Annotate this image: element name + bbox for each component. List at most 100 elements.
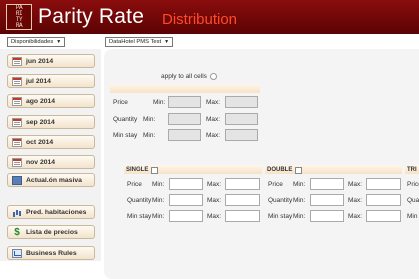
- single-price-max-input[interactable]: [225, 178, 260, 190]
- app-title: Parity Rate: [38, 5, 145, 28]
- chevron-down-icon: ▼: [56, 39, 62, 45]
- sidebar-item-jul-2014[interactable]: jul 2014: [7, 74, 95, 88]
- double-row-min-stay: Min stay Min: Max:: [265, 209, 402, 223]
- max-label: Max:: [206, 115, 221, 123]
- room-band-tri: TRI: [405, 165, 419, 174]
- app-subtitle: Distribution: [162, 11, 238, 28]
- row-label: Min stay: [268, 212, 293, 220]
- single-quantity-min-input[interactable]: [169, 194, 203, 206]
- sidebar-item-label: Business Rules: [26, 249, 77, 257]
- global-quantity-min-input[interactable]: [168, 113, 201, 125]
- tri-row-min-stay: Min stay: [405, 209, 419, 223]
- view-select-value: Disponibilidades: [11, 39, 54, 45]
- min-label: Min:: [293, 196, 306, 204]
- max-label: Max:: [348, 180, 363, 188]
- chevron-down-icon: ▼: [164, 39, 170, 45]
- sidebar-item-label: ago 2014: [26, 97, 56, 105]
- row-label: Min stay: [127, 212, 152, 220]
- double-quantity-max-input[interactable]: [366, 194, 401, 206]
- single-quantity-max-input[interactable]: [225, 194, 260, 206]
- sidebar-item-business-rules[interactable]: Business Rules: [7, 246, 95, 260]
- global-minstay-min-input[interactable]: [168, 129, 201, 141]
- max-label: Max:: [207, 196, 222, 204]
- row-label: Price: [407, 180, 419, 188]
- room-double-checkbox[interactable]: [295, 166, 303, 174]
- single-price-min-input[interactable]: [169, 178, 203, 190]
- min-label: Min:: [293, 212, 306, 220]
- hotel-select-value: DataHotel PMS Test: [109, 39, 162, 45]
- view-select[interactable]: Disponibilidades ▼: [7, 37, 66, 47]
- calendar-icon: [12, 96, 22, 106]
- sidebar-item-label: sep 2014: [26, 118, 55, 126]
- single-row-quantity: Quantity Min: Max:: [124, 193, 262, 207]
- room-type-label: SINGLE: [126, 167, 149, 173]
- calendar-icon: [12, 137, 22, 147]
- max-label: Max:: [348, 212, 363, 220]
- row-label: Min stay: [113, 131, 138, 139]
- room-band-single: SINGLE: [124, 165, 262, 174]
- double-quantity-min-input[interactable]: [310, 194, 344, 206]
- sidebar-item-jun-2014[interactable]: jun 2014: [7, 54, 95, 68]
- room-type-label: TRI: [407, 166, 417, 173]
- double-minstay-max-input[interactable]: [366, 210, 401, 222]
- tri-row-quantity: Quantity: [405, 193, 419, 207]
- hotel-select[interactable]: DataHotel PMS Test ▼: [105, 37, 174, 47]
- room-single-checkbox[interactable]: [151, 166, 159, 174]
- max-label: Max:: [207, 212, 222, 220]
- calendar-icon: [12, 56, 22, 66]
- sidebar-item-label: jun 2014: [26, 57, 54, 65]
- double-price-min-input[interactable]: [310, 178, 344, 190]
- calendar-icon: [12, 117, 22, 127]
- apply-to-all-label: apply to all cells: [161, 73, 207, 80]
- double-row-price: Price Min: Max:: [265, 177, 402, 191]
- single-minstay-max-input[interactable]: [225, 210, 260, 222]
- sidebar-item-label: oct 2014: [26, 138, 54, 146]
- sidebar-item-ago-2014[interactable]: ago 2014: [7, 94, 95, 108]
- sidebar-item-actualizacion-masiva[interactable]: Actual.ón masiva: [7, 173, 95, 187]
- sidebar-item-label: nov 2014: [26, 158, 56, 166]
- sidebar-item-label: Pred. habitaciones: [26, 208, 87, 216]
- min-label: Min:: [153, 98, 166, 106]
- max-label: Max:: [207, 180, 222, 188]
- double-price-max-input[interactable]: [366, 178, 401, 190]
- min-label: Min:: [152, 196, 165, 204]
- single-row-price: Price Min: Max:: [124, 177, 262, 191]
- max-label: Max:: [348, 196, 363, 204]
- single-minstay-min-input[interactable]: [169, 210, 203, 222]
- room-type-label: DOUBLE: [267, 167, 293, 173]
- row-label: Min stay: [407, 212, 419, 220]
- global-row-min-stay: Min stay Min: Max:: [110, 128, 260, 142]
- sidebar-item-nov-2014[interactable]: nov 2014: [7, 155, 95, 169]
- global-minstay-max-input[interactable]: [225, 129, 258, 141]
- min-label: Min:: [143, 131, 156, 139]
- max-label: Max:: [206, 131, 221, 139]
- min-label: Min:: [152, 180, 165, 188]
- double-minstay-min-input[interactable]: [310, 210, 344, 222]
- row-label: Price: [127, 180, 142, 188]
- row-label: Quantity: [407, 196, 419, 204]
- document-icon: [12, 175, 22, 185]
- parity-rate-logo: PA RI TY RA: [6, 4, 32, 30]
- calendar-icon: [12, 76, 22, 86]
- global-price-min-input[interactable]: [168, 96, 201, 108]
- global-price-max-input[interactable]: [225, 96, 258, 108]
- sidebar-item-oct-2014[interactable]: oct 2014: [7, 135, 95, 149]
- apply-to-all-radio[interactable]: [209, 73, 217, 80]
- row-label: Price: [113, 98, 128, 106]
- bar-chart-icon: [12, 208, 22, 217]
- tri-row-price: Price: [405, 177, 419, 191]
- row-label: Quantity: [127, 196, 152, 204]
- global-band: [110, 84, 260, 93]
- sidebar-item-sep-2014[interactable]: sep 2014: [7, 115, 95, 129]
- double-row-quantity: Quantity Min: Max:: [265, 193, 402, 207]
- global-quantity-max-input[interactable]: [225, 113, 258, 125]
- sidebar-item-lista-de-precios[interactable]: $ Lista de precios: [7, 225, 95, 239]
- global-row-quantity: Quantity Min: Max:: [110, 112, 260, 126]
- row-label: Quantity: [113, 115, 138, 123]
- app-header: PA RI TY RA Parity Rate Distribution: [0, 0, 419, 34]
- sidebar-item-label: jul 2014: [26, 77, 51, 85]
- single-row-min-stay: Min stay Min: Max:: [124, 209, 262, 223]
- sidebar-item-pred-habitaciones[interactable]: Pred. habitaciones: [7, 205, 95, 219]
- global-row-price: Price Min: Max:: [110, 95, 260, 109]
- sidebar-item-label: Lista de precios: [26, 228, 78, 236]
